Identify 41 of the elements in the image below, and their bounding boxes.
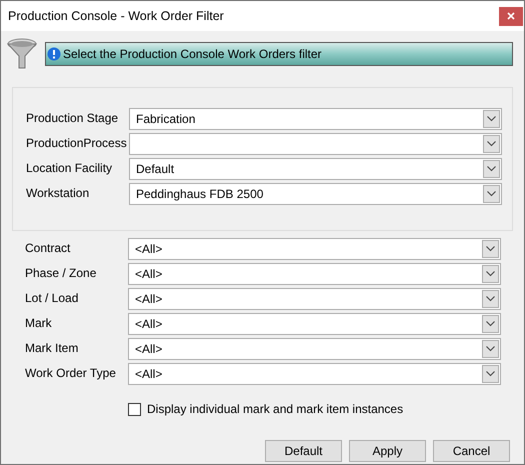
chevron-down-icon [482,365,499,383]
checkbox[interactable] [128,402,141,416]
field-label: Mark [25,315,53,332]
chevron-down-icon [482,240,499,258]
field-label: Production Stage [26,110,120,127]
dialog-button[interactable]: Default [265,440,342,462]
chevron-down-icon [482,290,499,308]
field-label: Work Order Type [25,365,117,382]
field-label: Contract [25,240,72,257]
field-label: Lot / Load [25,290,80,307]
dropdown-field[interactable]: Default [129,158,502,180]
dialog-button[interactable]: Apply [349,440,426,462]
field-label: Workstation [26,185,90,202]
field-label: Phase / Zone [25,265,98,282]
dropdown-field[interactable]: Peddinghaus FDB 2500 [129,183,502,205]
dropdown-field[interactable]: <All> [128,313,501,335]
chevron-down-icon [483,135,500,153]
checkbox-label: Display individual mark and mark item instances [147,401,404,418]
info-banner: Select the Production Console Work Orders filter [45,42,513,66]
chevron-down-icon [483,110,500,128]
chevron-down-icon [482,265,499,283]
dialog-button[interactable]: Cancel [433,440,510,462]
dropdown-field[interactable]: <All> [128,288,501,310]
dropdown-field[interactable] [129,133,502,155]
chevron-down-icon [483,185,500,203]
window-title: Production Console - Work Order Filter [8,8,224,25]
chevron-down-icon [482,340,499,358]
funnel-icon [7,38,38,70]
dropdown-field[interactable]: Fabrication [129,108,502,130]
field-label: Mark Item [25,340,80,357]
close-button[interactable] [499,6,523,26]
chevron-down-icon [483,160,500,178]
dropdown-field[interactable]: <All> [128,238,501,260]
chevron-down-icon [482,315,499,333]
close-icon [507,12,515,20]
dropdown-field[interactable]: <All> [128,338,501,360]
dropdown-field[interactable]: <All> [128,363,501,385]
dropdown-field[interactable]: <All> [128,263,501,285]
info-icon [47,47,61,61]
field-label: ProductionProcess [26,135,128,152]
field-label: Location Facility [26,160,114,177]
